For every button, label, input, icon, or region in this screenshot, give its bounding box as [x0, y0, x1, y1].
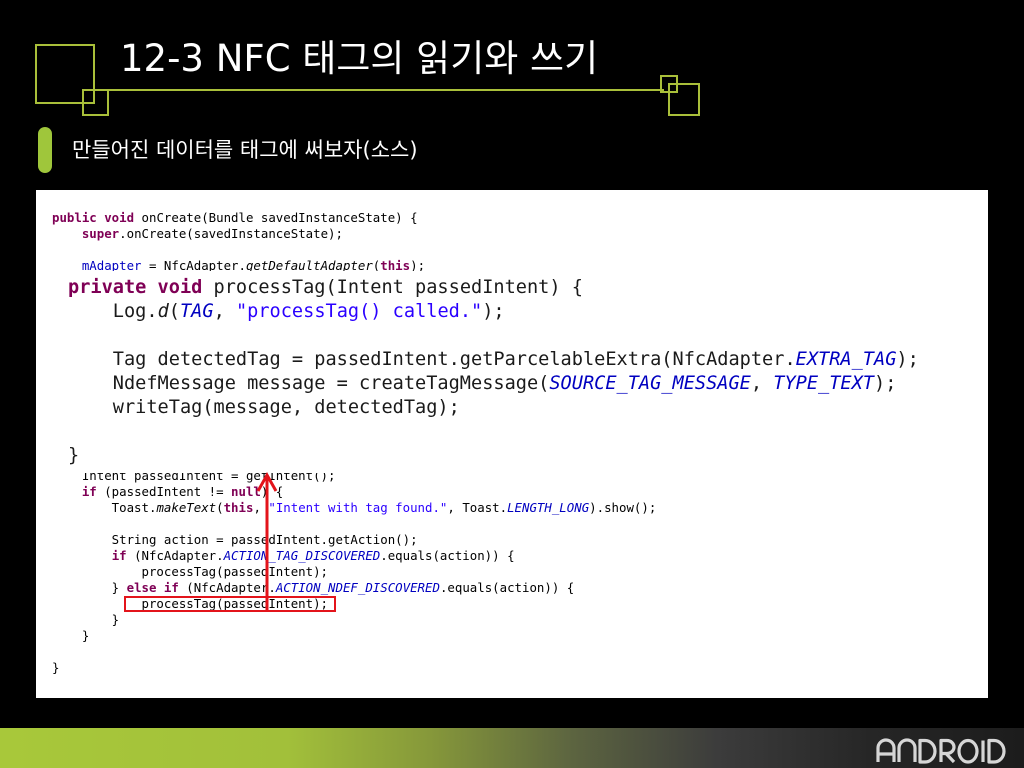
- logo-letter: [939, 738, 956, 764]
- code-line: writeTag(message, detectedTag);: [68, 396, 926, 420]
- code-token: Tag detectedTag = passedIntent.getParcel…: [68, 349, 796, 370]
- code-token: , Toast.: [447, 500, 508, 515]
- code-token: makeText: [156, 500, 217, 515]
- code-background-top: public void onCreate(Bundle savedInstanc…: [52, 210, 425, 274]
- code-line: NdefMessage message = createTagMessage(S…: [68, 372, 926, 396]
- code-token: Toast.: [52, 500, 157, 515]
- code-token: "processTag() called.": [235, 301, 483, 322]
- code-token: }: [68, 445, 80, 466]
- code-token: .equals(action)) {: [380, 548, 515, 563]
- title-underline: [82, 89, 664, 91]
- code-line: String action = passedIntent.getAction()…: [52, 532, 656, 548]
- code-token: if: [81, 484, 97, 499]
- android-logo: [876, 738, 1006, 764]
- slide-subtitle: 만들어진 데이터를 태그에 써보자(소스): [72, 138, 418, 162]
- code-line: }: [52, 660, 656, 676]
- code-line: private void processTag(Intent passedInt…: [68, 276, 926, 300]
- code-token: }: [52, 660, 60, 675]
- code-token: }: [52, 580, 127, 595]
- bullet-marker: [38, 127, 52, 173]
- code-token: processTag(Intent passedIntent) {: [202, 277, 583, 298]
- code-token: (NfcAdapter.: [126, 548, 224, 563]
- code-token: String action = passedIntent.getAction()…: [52, 532, 418, 547]
- code-background-bottom: Intent passedIntent = getIntent(); if (p…: [52, 468, 656, 676]
- logo-letter: [987, 738, 1006, 764]
- code-token: SOURCE_TAG_MESSAGE: [549, 373, 751, 394]
- logo-letter: [957, 738, 979, 764]
- deco-square-right-large: [668, 83, 700, 116]
- code-token: public void: [52, 210, 135, 225]
- code-line: Toast.makeText(this, "Intent with tag fo…: [52, 500, 657, 516]
- code-token: ,: [750, 373, 774, 394]
- code-token: (passedIntent !=: [96, 484, 232, 499]
- code-line: if (passedIntent != null) {: [52, 484, 656, 500]
- code-token: (: [168, 301, 180, 322]
- code-token: }: [52, 628, 90, 643]
- code-line: public void onCreate(Bundle savedInstanc…: [52, 210, 425, 226]
- code-token: .equals(action)) {: [439, 580, 575, 595]
- code-line: Tag detectedTag = passedIntent.getParcel…: [68, 348, 926, 372]
- code-line: Log.d(TAG, "processTag() called.");: [68, 300, 926, 324]
- code-token: else if: [126, 580, 179, 595]
- code-token: LENGTH_LONG: [507, 500, 590, 515]
- code-token: writeTag(message, detectedTag);: [68, 397, 460, 418]
- slide-title: 12-3 NFC 태그의 읽기와 쓰기: [120, 37, 599, 80]
- code-line: processTag(passedIntent);: [52, 564, 656, 580]
- code-token: super: [81, 226, 120, 241]
- code-token: );: [896, 349, 919, 370]
- code-token: ACTION_TAG_DISCOVERED: [223, 548, 381, 563]
- code-token: ).show();: [589, 500, 657, 515]
- deco-square-small: [82, 89, 109, 116]
- code-token: Log.: [68, 301, 158, 322]
- code-token: (: [216, 500, 224, 515]
- code-line: } else if (NfcAdapter.ACTION_NDEF_DISCOV…: [52, 580, 656, 596]
- code-token: this: [223, 500, 254, 515]
- code-token: TAG: [179, 301, 214, 322]
- logo-letter: [918, 738, 937, 764]
- code-token: onCreate(Bundle savedInstanceState) {: [134, 210, 418, 225]
- code-token: if: [111, 548, 127, 563]
- logo-letter: [876, 738, 896, 762]
- footer-bar: [0, 728, 1024, 768]
- code-line: }: [68, 444, 926, 468]
- code-token: ,: [213, 301, 236, 322]
- logo-letter: [897, 738, 917, 762]
- code-line: if (NfcAdapter.ACTION_TAG_DISCOVERED.equ…: [52, 548, 656, 564]
- code-token: ACTION_NDEF_DISCOVERED: [275, 580, 440, 595]
- code-line: super.onCreate(savedInstanceState);: [52, 226, 425, 242]
- annotation-arrow: [256, 471, 278, 611]
- code-token: .onCreate(savedInstanceState);: [119, 226, 343, 241]
- code-token: EXTRA_TAG: [795, 349, 897, 370]
- code-token: );: [874, 373, 897, 394]
- code-line: }: [52, 628, 656, 644]
- code-token: NdefMessage message = createTagMessage(: [68, 373, 550, 394]
- code-token: private void: [68, 277, 203, 298]
- code-line: }: [52, 612, 656, 628]
- code-token: d: [157, 301, 169, 322]
- code-token: }: [52, 612, 120, 627]
- code-token: "Intent with tag found.": [268, 500, 448, 515]
- code-zoom-overlay: private void processTag(Intent passedInt…: [60, 271, 926, 473]
- code-token: TYPE_TEXT: [773, 373, 874, 394]
- highlight-box: [124, 596, 336, 612]
- code-token: );: [482, 301, 505, 322]
